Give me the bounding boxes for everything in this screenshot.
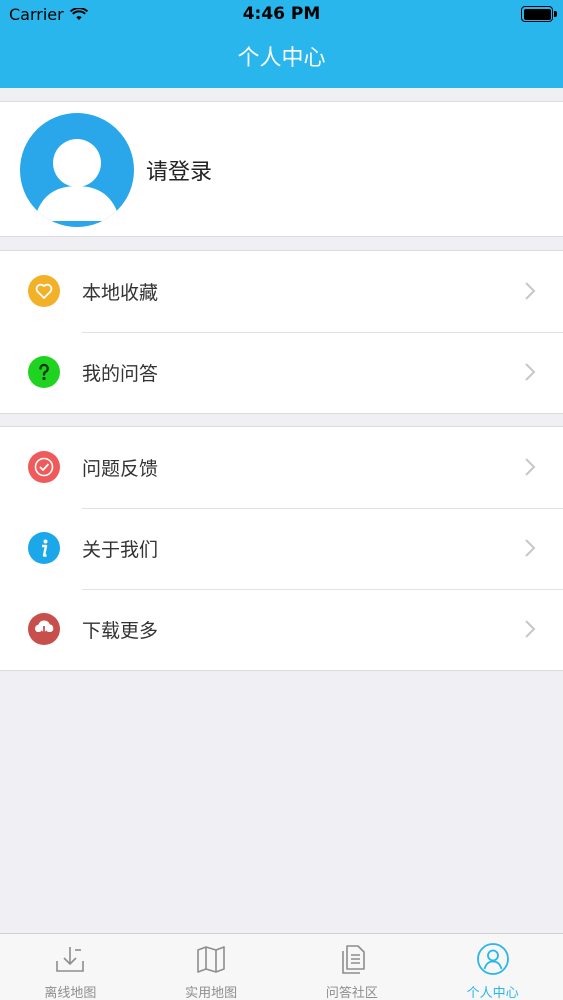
menu-label: 关于我们 bbox=[82, 539, 159, 561]
menu-item-download-more[interactable]: 下载更多 bbox=[0, 589, 563, 670]
tab-qa-community[interactable]: 问答社区 bbox=[282, 934, 423, 1000]
tab-practical-map[interactable]: 实用地图 bbox=[141, 934, 282, 1000]
check-circle-icon bbox=[28, 451, 60, 483]
menu-group-more: 问题反馈 关于我们 下载更多 bbox=[0, 426, 563, 671]
menu-label: 本地收藏 bbox=[82, 282, 159, 304]
documents-icon bbox=[342, 945, 365, 974]
menu-label: 问题反馈 bbox=[82, 458, 159, 480]
menu-item-about[interactable]: 关于我们 bbox=[0, 508, 563, 589]
menu-item-favorites[interactable]: 本地收藏 bbox=[0, 251, 563, 332]
default-user-icon bbox=[34, 139, 120, 221]
chevron-right-icon bbox=[525, 620, 536, 638]
chevron-right-icon bbox=[525, 282, 536, 300]
menu-item-feedback[interactable]: 问题反馈 bbox=[0, 427, 563, 508]
tab-personal-center[interactable]: 个人中心 bbox=[422, 934, 563, 1000]
map-icon bbox=[197, 946, 225, 973]
status-bar: Carrier 4:46 PM bbox=[0, 0, 563, 30]
tab-bar: 离线地图 实用地图 问答社区 个人中心 bbox=[0, 933, 563, 1000]
user-circle-icon bbox=[476, 943, 509, 975]
menu-label: 下载更多 bbox=[82, 620, 159, 642]
heart-icon bbox=[28, 275, 60, 307]
login-prompt[interactable]: 请登录 bbox=[146, 154, 212, 186]
chevron-right-icon bbox=[525, 363, 536, 381]
nav-header: Carrier 4:46 PM 个人中心 bbox=[0, 0, 563, 88]
download-cloud-icon bbox=[28, 613, 60, 645]
tab-label: 实用地图 bbox=[185, 986, 238, 1000]
chevron-right-icon bbox=[525, 458, 536, 476]
tab-offline-map[interactable]: 离线地图 bbox=[0, 934, 141, 1000]
status-time: 4:46 PM bbox=[242, 4, 321, 24]
menu-item-my-qa[interactable]: 我的问答 bbox=[0, 332, 563, 413]
battery-icon bbox=[521, 6, 557, 22]
avatar[interactable] bbox=[20, 113, 134, 227]
tab-label: 问答社区 bbox=[325, 986, 378, 1000]
profile-card[interactable]: 请登录 bbox=[0, 101, 563, 237]
chevron-right-icon bbox=[525, 539, 536, 557]
tab-label: 离线地图 bbox=[44, 986, 97, 1000]
tab-label: 个人中心 bbox=[466, 986, 519, 1000]
page-title: 个人中心 bbox=[237, 46, 326, 71]
info-icon bbox=[28, 532, 60, 564]
question-icon bbox=[28, 356, 60, 388]
download-tray-icon bbox=[56, 947, 85, 972]
menu-label: 我的问答 bbox=[82, 363, 159, 385]
menu-group-favorites: 本地收藏 我的问答 bbox=[0, 250, 563, 414]
